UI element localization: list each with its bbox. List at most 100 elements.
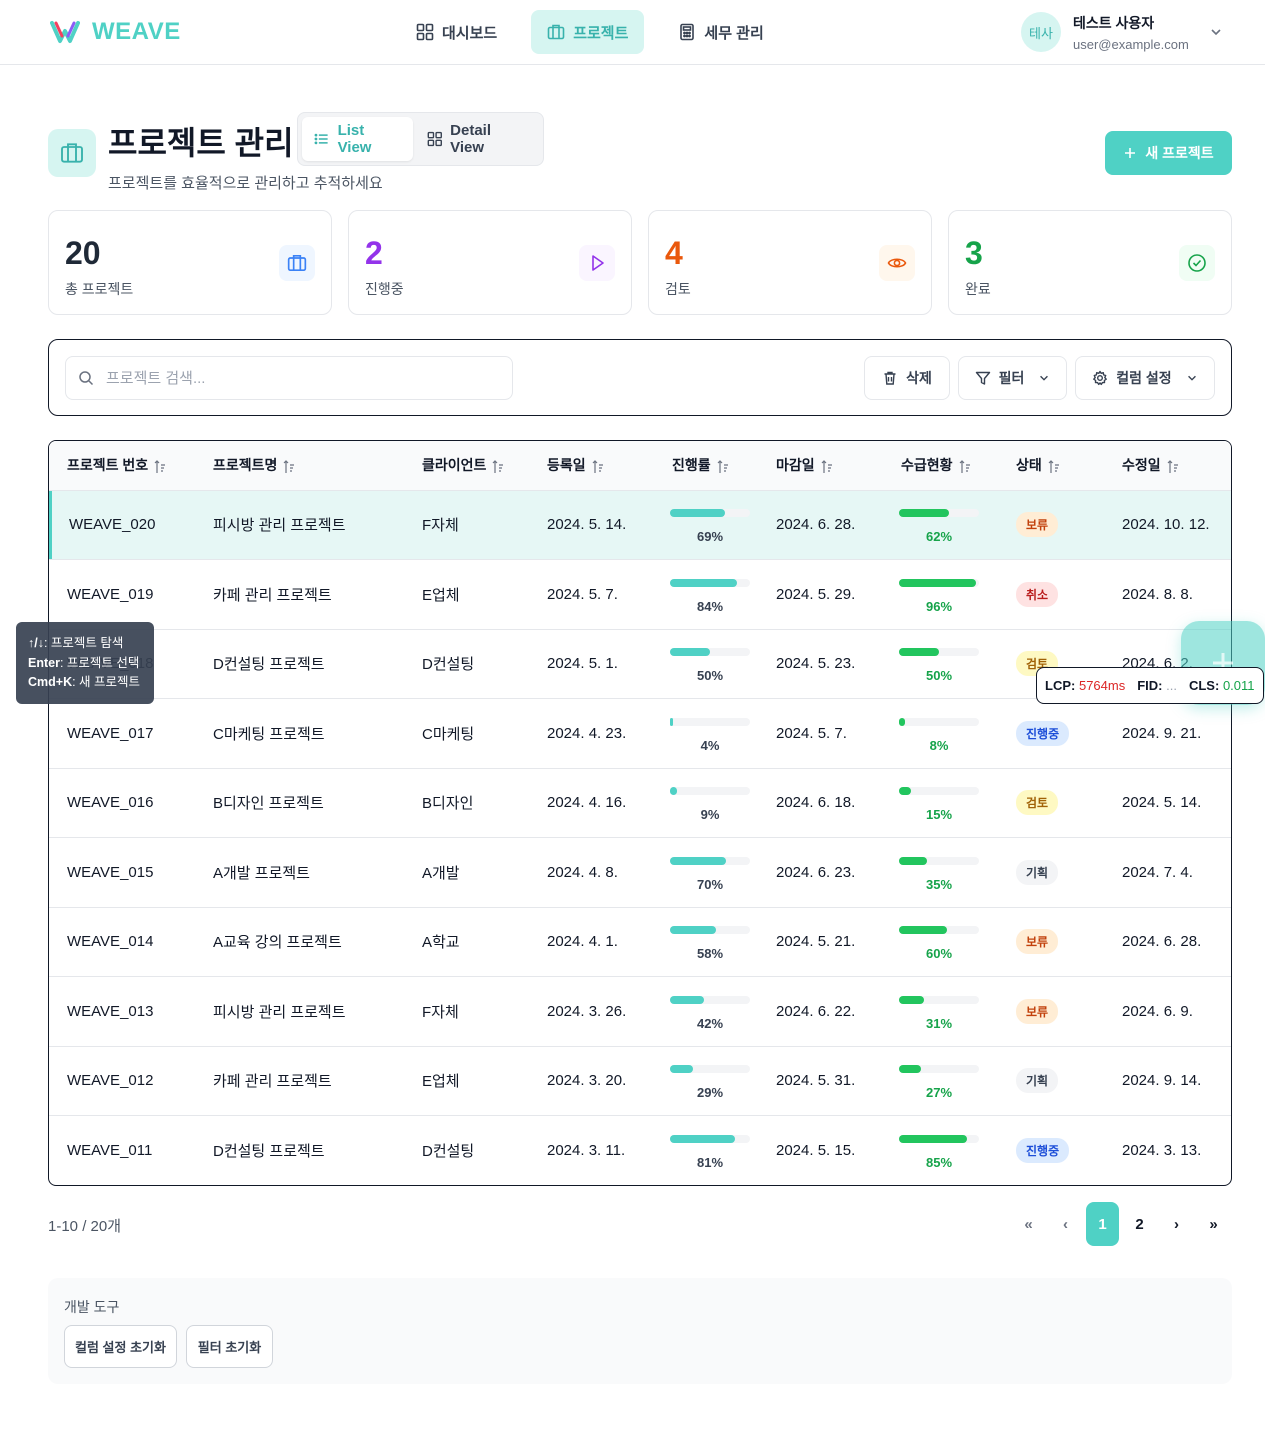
- app-name: WEAVE: [92, 18, 181, 45]
- page-button-1[interactable]: 1: [1086, 1202, 1119, 1246]
- table-row[interactable]: WEAVE_011 D컨설팅 프로젝트 D컨설팅 2024. 3. 11. 81% 202…: [49, 1115, 1231, 1185]
- column-header-label: 수급현황: [901, 457, 953, 474]
- project-name-cell: B디자인 프로젝트: [195, 768, 404, 838]
- shortcut-line: ↑/↓: 프로젝트 탐색: [28, 634, 154, 654]
- table-row[interactable]: WEAVE_013 피시방 관리 프로젝트 F자체 2024. 3. 26. 42% 20…: [49, 976, 1231, 1047]
- table-row[interactable]: WEAVE_014 A교육 강의 프로젝트 A학교 2024. 4. 1. 58% 202…: [49, 907, 1231, 977]
- table-row[interactable]: WEAVE_020 피시방 관리 프로젝트 F자체 2024. 5. 14. 69% 20…: [49, 490, 1231, 560]
- search-input[interactable]: [106, 369, 486, 387]
- progress-bar-percent: 81%: [696, 1154, 724, 1170]
- column-header[interactable]: 수급현황: [883, 441, 998, 491]
- reset-filters-button[interactable]: 필터 초기화: [186, 1325, 273, 1368]
- page-button-2[interactable]: 2: [1123, 1202, 1156, 1246]
- progress-bar-percent: 58%: [696, 946, 724, 962]
- sort-icon[interactable]: [1167, 459, 1179, 475]
- filter-icon: [975, 371, 990, 385]
- progress-bar-fill: [670, 1065, 694, 1074]
- new-project-button[interactable]: 새 프로젝트: [1105, 131, 1232, 175]
- chevron-down-icon[interactable]: [1209, 25, 1223, 39]
- status-cell: 검토: [998, 768, 1104, 838]
- app-logo[interactable]: WEAVE: [50, 18, 181, 46]
- nav-tax[interactable]: 세무 관리: [662, 10, 779, 54]
- table-row[interactable]: WEAVE_016 B디자인 프로젝트 B디자인 2024. 4. 16. 9% 2024…: [49, 768, 1231, 838]
- page-title: 프로젝트 관리: [108, 125, 294, 161]
- prev-page-button[interactable]: ‹: [1049, 1202, 1082, 1246]
- modified-date-cell: 2024. 9. 14.: [1104, 1046, 1231, 1116]
- table-row[interactable]: WEAVE_019 카페 관리 프로젝트 E업체 2024. 5. 7. 84% 2024…: [49, 559, 1231, 630]
- payment-bar-track: [899, 926, 979, 935]
- progress-bar-percent: 50%: [696, 668, 724, 684]
- payment-bar: 85%: [883, 1115, 998, 1185]
- table-row[interactable]: WEAVE_017 C마케팅 프로젝트 C마케팅 2024. 4. 23. 4% 2024…: [49, 698, 1231, 769]
- column-header[interactable]: 클라이언트: [404, 441, 529, 491]
- registered-date-cell: 2024. 4. 1.: [529, 907, 654, 977]
- column-header[interactable]: 프로젝트명: [195, 441, 404, 491]
- filter-button[interactable]: 필터: [958, 356, 1067, 400]
- sort-icon[interactable]: [959, 459, 971, 475]
- progress-bar: 69%: [654, 490, 758, 560]
- search-box: [65, 356, 513, 400]
- modified-date-cell: 2024. 3. 13.: [1104, 1115, 1231, 1185]
- progress-bar-fill: [670, 717, 674, 726]
- list-view-button[interactable]: List View: [302, 117, 413, 161]
- modified-date-cell: 2024. 5. 14.: [1104, 768, 1231, 838]
- sort-icon[interactable]: [283, 459, 295, 475]
- modified-date-cell: 2024. 6. 28.: [1104, 907, 1231, 977]
- progress-bar-fill: [670, 787, 678, 796]
- payment-bar-track: [899, 578, 979, 587]
- client-cell: E업체: [404, 559, 529, 630]
- sort-icon[interactable]: [492, 459, 504, 475]
- shortcut-key: Cmd+K: [28, 675, 73, 689]
- view-toggle: List View Detail View: [297, 112, 544, 166]
- payment-bar-percent: 96%: [925, 598, 953, 614]
- column-header[interactable]: 프로젝트 번호: [49, 441, 195, 491]
- sort-icon[interactable]: [821, 459, 833, 475]
- chevron-down-icon: [1040, 375, 1049, 381]
- table-row[interactable]: WEAVE_015 A개발 프로젝트 A개발 2024. 4. 8. 70% 2024. …: [49, 837, 1231, 908]
- next-page-button[interactable]: ›: [1160, 1202, 1193, 1246]
- project-name-cell: A교육 강의 프로젝트: [195, 907, 404, 977]
- delete-button[interactable]: 삭제: [864, 356, 950, 400]
- sort-icon[interactable]: [1048, 459, 1060, 475]
- stat-label: 진행중: [365, 281, 404, 297]
- column-settings-button[interactable]: 컬럼 설정: [1075, 356, 1215, 400]
- sort-icon[interactable]: [717, 459, 729, 475]
- first-page-button[interactable]: «: [1012, 1202, 1045, 1246]
- search-icon: [79, 371, 94, 386]
- sort-icon[interactable]: [592, 459, 604, 475]
- payment-bar: 8%: [883, 698, 998, 769]
- sort-icon[interactable]: [154, 459, 166, 475]
- check-circle-icon: [1188, 254, 1206, 272]
- user-menu[interactable]: 테사 테스트 사용자 user@example.com: [1021, 12, 1223, 52]
- reset-columns-button[interactable]: 컬럼 설정 초기화: [64, 1325, 177, 1368]
- shortcut-tooltip: ↑/↓: 프로젝트 탐색 Enter: 프로젝트 선택 Cmd+K: 새 프로젝…: [16, 622, 154, 704]
- briefcase-icon: [287, 254, 307, 272]
- progress-bar: 42%: [654, 976, 758, 1047]
- stat-value: 4: [665, 235, 683, 271]
- column-header[interactable]: 등록일: [529, 441, 654, 491]
- new-project-label: 새 프로젝트: [1145, 145, 1214, 161]
- nav-tax-label: 세무 관리: [704, 24, 764, 42]
- shortcut-desc: : 프로젝트 선택: [59, 655, 140, 670]
- eye-icon: [887, 258, 907, 268]
- last-page-button[interactable]: »: [1197, 1202, 1230, 1246]
- column-header[interactable]: 상태: [998, 441, 1104, 491]
- delete-label: 삭제: [906, 370, 932, 386]
- column-header[interactable]: 진행률: [654, 441, 758, 491]
- shortcut-line: Enter: 프로젝트 선택: [28, 654, 154, 674]
- shortcut-line: Cmd+K: 새 프로젝트: [28, 673, 154, 693]
- detail-view-button[interactable]: Detail View: [415, 117, 539, 161]
- gear-icon: [1093, 370, 1108, 386]
- payment-bar-fill: [899, 787, 911, 796]
- status-badge: 기획: [1016, 859, 1059, 885]
- due-date-cell: 2024. 6. 22.: [758, 976, 883, 1047]
- column-header[interactable]: 수정일: [1104, 441, 1231, 491]
- dev-tools-title: 개발 도구: [64, 1299, 120, 1315]
- table-row[interactable]: WEAVE_012 카페 관리 프로젝트 E업체 2024. 3. 20. 29% 202…: [49, 1046, 1231, 1116]
- nav-projects[interactable]: 프로젝트: [531, 10, 645, 54]
- column-header[interactable]: 마감일: [758, 441, 883, 491]
- registered-date-cell: 2024. 3. 11.: [529, 1115, 654, 1185]
- nav-dashboard[interactable]: 대시보드: [400, 10, 513, 54]
- progress-bar-percent: 69%: [696, 529, 724, 545]
- payment-bar-track: [899, 648, 979, 657]
